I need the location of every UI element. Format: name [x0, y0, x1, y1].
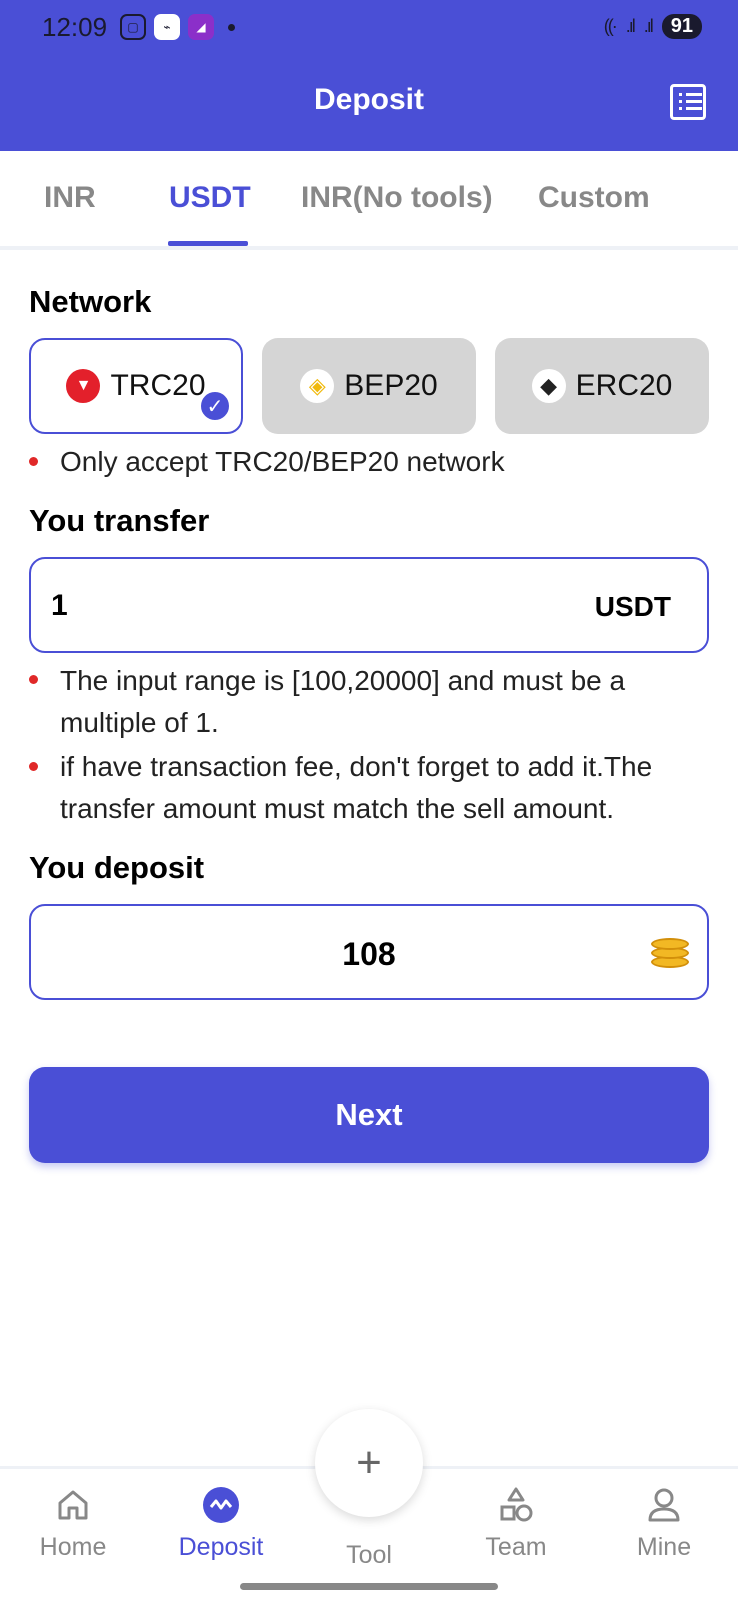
nav-deposit[interactable]: Deposit	[161, 1485, 281, 1562]
battery-icon: 91	[661, 14, 702, 39]
tab-inr-no-tools[interactable]: INR(No tools)	[301, 181, 493, 215]
transfer-amount-field[interactable]: 1 USDT	[29, 557, 709, 653]
screenshot-icon: ▢	[120, 14, 146, 40]
tab-inr[interactable]: INR	[44, 181, 96, 215]
ethereum-icon: ◆	[531, 369, 566, 403]
deposit-amount-value: 108	[342, 936, 396, 972]
user-icon	[644, 1485, 684, 1525]
nav-label: Deposit	[178, 1533, 264, 1561]
currency-tabs: INR USDT INR(No tools) Custom	[0, 151, 738, 250]
home-indicator[interactable]	[240, 1583, 498, 1590]
network-label: ERC20	[575, 369, 673, 402]
bullet-icon	[29, 457, 38, 466]
transfer-title: You transfer	[29, 503, 210, 538]
tab-usdt[interactable]: USDT	[169, 181, 251, 215]
network-option-trc20[interactable]: ▼ TRC20 ✓	[29, 338, 243, 434]
nav-label: Tool	[346, 1541, 392, 1569]
check-icon: ✓	[199, 390, 231, 422]
active-tab-indicator	[168, 241, 248, 246]
network-label: TRC20	[110, 369, 206, 402]
nav-label: Team	[485, 1533, 547, 1561]
deposit-amount-field: 108	[29, 904, 709, 1000]
wifi-icon: ((·	[603, 16, 618, 36]
list-icon[interactable]	[670, 84, 706, 120]
bullet-icon	[29, 762, 38, 771]
home-icon	[53, 1485, 93, 1525]
coins-icon	[651, 936, 689, 970]
tab-custom[interactable]: Custom	[538, 181, 650, 215]
nav-team[interactable]: Team	[456, 1485, 576, 1562]
deposit-title: You deposit	[29, 850, 205, 885]
bnb-icon: ◈	[300, 369, 335, 403]
network-note: Only accept TRC20/BEP20 network	[60, 446, 505, 477]
status-notification-icons: ▢ ⌁ ◢	[120, 14, 235, 40]
app-notification-icon: ⌁	[154, 14, 180, 40]
status-time: 12:09	[42, 12, 108, 42]
deposit-icon	[201, 1485, 241, 1525]
network-title: Network	[29, 284, 152, 319]
transfer-note-fee: if have transaction fee, don't forget to…	[60, 751, 653, 824]
app-header: 12:09 ▢ ⌁ ◢ ((· .ıl .ıl 91 Deposit	[0, 0, 738, 151]
status-system-icons: ((· .ıl .ıl 91	[604, 14, 702, 39]
more-notifications-icon	[228, 23, 235, 31]
plus-icon[interactable]: +	[315, 1409, 423, 1517]
network-option-bep20[interactable]: ◈ BEP20	[262, 338, 476, 434]
nav-mine[interactable]: Mine	[604, 1485, 724, 1562]
network-option-erc20[interactable]: ◆ ERC20	[495, 338, 709, 434]
nav-label: Mine	[636, 1533, 692, 1561]
signal-icon: .ıl	[625, 16, 636, 36]
next-button[interactable]: Next	[29, 1067, 709, 1163]
app-notification-icon-2: ◢	[188, 14, 214, 40]
page-title: Deposit	[313, 83, 424, 116]
nav-home[interactable]: Home	[13, 1485, 133, 1562]
transfer-amount-value: 1	[51, 589, 68, 622]
bullet-icon	[29, 675, 38, 684]
nav-tool[interactable]: Tool	[309, 1541, 429, 1570]
tron-icon: ▼	[66, 369, 101, 403]
signal-icon-2: .ıl	[643, 16, 654, 36]
team-icon	[496, 1485, 536, 1525]
network-label: BEP20	[344, 369, 438, 402]
nav-label: Home	[39, 1533, 107, 1561]
transfer-unit: USDT	[594, 591, 671, 622]
transfer-note-range: The input range is [100,20000] and must …	[60, 665, 626, 738]
